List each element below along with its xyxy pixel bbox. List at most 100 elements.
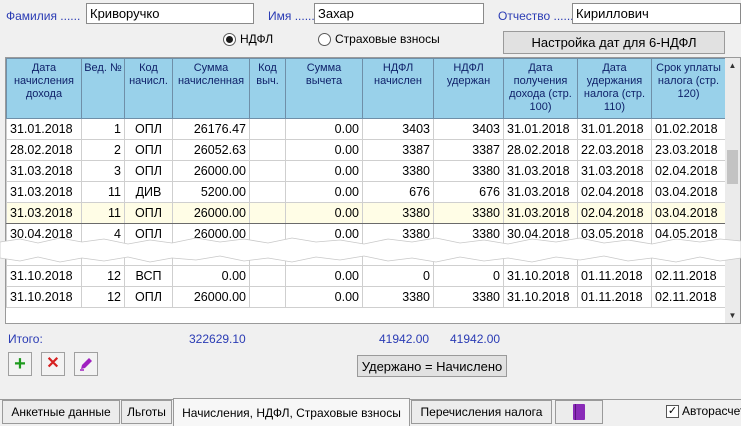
table-cell[interactable]: ОПЛ [124,223,173,245]
column-header[interactable]: Вед. № [81,58,125,119]
column-header[interactable]: НДФЛ удержан [433,58,504,119]
table-cell[interactable]: 31.01.2018 [577,118,652,140]
table-cell[interactable]: 31.03.2018 [503,160,578,182]
table-cell[interactable] [651,244,726,266]
table-cell[interactable]: 28.02.2018 [6,139,82,161]
table-cell[interactable]: 3380 [433,160,504,182]
table-cell[interactable]: 31.03.2018 [6,160,82,182]
table-cell[interactable]: 31.03.2018 [503,202,578,224]
table-cell[interactable]: 3380 [362,202,434,224]
table-cell[interactable]: 31.01.2018 [503,118,578,140]
table-cell[interactable]: 3380 [433,286,504,308]
table-cell[interactable]: 31.10.2018 [503,265,578,287]
table-cell[interactable]: 31.03.2018 [503,181,578,203]
dates-setup-button[interactable]: Настройка дат для 6-НДФЛ [503,31,725,54]
table-cell[interactable]: 30.04.2018 [503,223,578,245]
column-header[interactable]: Дата получения дохода (стр. 100) [503,58,578,119]
table-cell[interactable]: 01.02.2018 [651,118,726,140]
column-header[interactable]: Дата удержания налога (стр. 110) [577,58,652,119]
table-cell[interactable]: 11 [81,181,125,203]
table-cell[interactable]: 0.00 [285,223,363,245]
table-cell[interactable]: 3380 [362,286,434,308]
table-cell[interactable]: 0.00 [285,286,363,308]
table-cell[interactable]: 03.04.2018 [651,181,726,203]
table-cell[interactable]: 02.11.2018 [651,286,726,308]
edit-row-button[interactable] [74,352,98,376]
table-cell[interactable]: 3403 [433,118,504,140]
table-cell[interactable]: 676 [362,181,434,203]
tab-benefits[interactable]: Льготы [121,400,172,424]
table-cell[interactable] [249,244,286,266]
vertical-scrollbar[interactable]: ▲ ▼ [725,58,740,323]
column-header[interactable]: Срок уплаты налога (стр. 120) [651,58,726,119]
table-cell[interactable]: 1 [81,118,125,140]
table-cell[interactable]: 2 [81,139,125,161]
table-cell[interactable]: 12 [81,286,125,308]
table-cell[interactable] [124,244,173,266]
table-cell[interactable]: 26000.00 [172,160,250,182]
table-cell[interactable] [249,139,286,161]
tab-accruals[interactable]: Начисления, НДФЛ, Страховые взносы [173,398,410,426]
table-cell[interactable]: 26052.63 [172,139,250,161]
table-cell[interactable]: 31.10.2018 [6,265,82,287]
table-cell[interactable]: 31.10.2018 [6,286,82,308]
table-cell[interactable]: 28.02.2018 [503,139,578,161]
table-row[interactable]: 31.10.2018 12 ВСП 0.00 0.00 0 0 31.10.2018 01.11… [6,265,726,287]
table-cell[interactable]: 3387 [433,139,504,161]
table-cell[interactable]: 03.05.2018 [577,223,652,245]
table-cell[interactable]: 23.03.2018 [651,139,726,161]
scroll-down-icon[interactable]: ▼ [725,308,740,323]
table-cell[interactable]: 01.11.2018 [577,265,652,287]
table-cell[interactable]: 12 [81,265,125,287]
table-cell[interactable]: 3380 [362,160,434,182]
table-cell[interactable] [249,118,286,140]
name-field[interactable]: Захар [314,3,484,24]
surname-field[interactable]: Криворучко [86,3,254,24]
table-cell[interactable] [172,244,250,266]
column-header[interactable]: Сумма начисленная [172,58,250,119]
table-cell[interactable]: 11 [81,202,125,224]
table-cell[interactable]: 0.00 [172,265,250,287]
table-cell[interactable]: 3 [81,160,125,182]
autocalc-checkbox[interactable]: ✓ Авторасчет [666,404,741,418]
table-cell[interactable]: 01.11.2018 [577,286,652,308]
table-cell[interactable]: 5200.00 [172,181,250,203]
table-cell[interactable]: 4 [81,223,125,245]
table-cell[interactable]: 0.00 [285,181,363,203]
delete-row-button[interactable]: ✕ [41,352,65,376]
table-cell[interactable] [249,181,286,203]
table-cell[interactable] [503,244,578,266]
table-cell[interactable]: 0 [362,265,434,287]
scrollbar-thumb[interactable] [727,150,738,184]
table-cell[interactable]: 0.00 [285,160,363,182]
table-cell[interactable]: 31.03.2018 [577,160,652,182]
table-row[interactable]: 31.01.2018 1 ОПЛ 26176.47 0.00 3403 3403 31.01.… [6,118,726,140]
tab-personal-data[interactable]: Анкетные данные [2,400,120,424]
table-cell[interactable]: 31.03.2018 [6,202,82,224]
table-cell[interactable] [249,202,286,224]
radio-insurance[interactable]: Страховые взносы [318,32,440,46]
table-cell[interactable]: 31.03.2018 [6,181,82,203]
table-cell[interactable] [249,223,286,245]
column-header[interactable]: Дата начисления дохода [6,58,82,119]
table-cell[interactable] [577,244,652,266]
column-header[interactable]: Сумма вычета [285,58,363,119]
book-button[interactable] [555,400,603,424]
table-cell[interactable]: 26000.00 [172,223,250,245]
table-cell[interactable]: ДИВ [124,181,173,203]
tab-tax-transfers[interactable]: Перечисления налога [411,400,552,424]
table-row[interactable]: 31.10.2018 12 ОПЛ 26000.00 0.00 3380 3380 31.10… [6,286,726,308]
table-cell[interactable] [249,160,286,182]
table-cell[interactable]: 02.04.2018 [577,181,652,203]
table-row[interactable]: 30.04.2018 4 ОПЛ 26000.00 0.00 3380 3380 30.04.… [6,223,726,245]
table-row[interactable]: 31.03.2018 11 ДИВ 5200.00 0.00 676 676 31.03.20… [6,181,726,203]
table-cell[interactable]: 02.11.2018 [651,265,726,287]
table-cell[interactable]: ОПЛ [124,286,173,308]
table-row[interactable]: 28.02.2018 2 ОПЛ 26052.63 0.00 3387 3387 28.02.… [6,139,726,161]
table-cell[interactable]: 0.00 [285,118,363,140]
table-cell[interactable]: 3380 [362,223,434,245]
table-cell[interactable] [249,286,286,308]
table-cell[interactable] [433,244,504,266]
patronymic-field[interactable]: Кириллович [572,3,741,24]
table-cell[interactable]: 02.04.2018 [577,202,652,224]
